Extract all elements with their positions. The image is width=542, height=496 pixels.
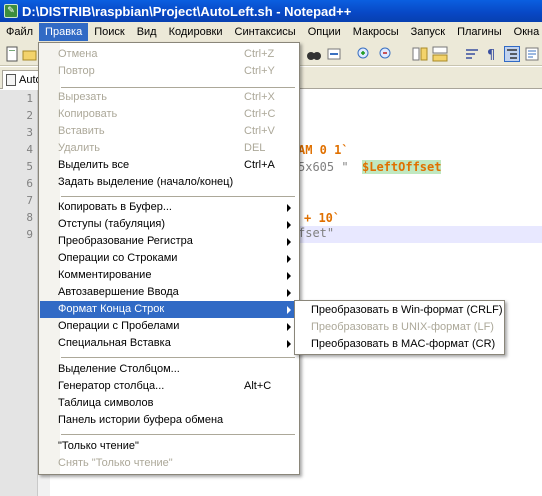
doc-map-icon[interactable] (524, 46, 540, 62)
line-number: 5 (26, 160, 33, 173)
menu-item-comment[interactable]: Комментирование (40, 267, 298, 284)
menu-item-line-operations[interactable]: Операции со Строками (40, 250, 298, 267)
sync-vertical-icon[interactable] (412, 46, 428, 62)
sync-horizontal-icon[interactable] (432, 46, 448, 62)
menu-item-autocomplete[interactable]: Автозавершение Ввода (40, 284, 298, 301)
binoculars-icon[interactable] (306, 46, 322, 62)
menu-item-character-panel[interactable]: Таблица символов (40, 395, 298, 412)
menu-item-cut[interactable]: Вырезать Ctrl+X (40, 89, 298, 106)
menu-item-eol-conversion[interactable]: Формат Конца Строк (40, 301, 298, 318)
menu-item-indent[interactable]: Отступы (табуляция) (40, 216, 298, 233)
menu-options[interactable]: Опции (302, 23, 347, 41)
show-all-chars-icon[interactable]: ¶ (484, 46, 500, 63)
menu-item-clear-read-only[interactable]: Снять "Только чтение" (40, 455, 298, 472)
menu-macros[interactable]: Макросы (347, 23, 405, 41)
submenu-arrow-icon (287, 272, 291, 280)
code-variable: $LeftOffset (362, 160, 442, 174)
menu-item-paste-special[interactable]: Специальная Вставка (40, 335, 298, 352)
code-fragment: fset" (298, 226, 335, 240)
menu-separator (61, 434, 295, 435)
submenu-arrow-icon (287, 306, 291, 314)
word-wrap-icon[interactable] (464, 46, 480, 62)
submenu-arrow-icon (287, 221, 291, 229)
submenu-arrow-icon (287, 204, 291, 212)
menu-item-column-editor[interactable]: Генератор столбца... Alt+C (40, 378, 298, 395)
menu-item-set-read-only[interactable]: "Только чтение" (40, 438, 298, 455)
menu-item-undo[interactable]: Отмена Ctrl+Z (40, 46, 298, 63)
window-title: D:\DISTRIB\raspbian\Project\AutoLeft.sh … (22, 3, 352, 19)
eol-conversion-submenu: Преобразовать в Win-формат (CRLF) Преобр… (294, 300, 505, 355)
menu-item-delete[interactable]: Удалить DEL (40, 140, 298, 157)
menu-item-column-mode[interactable]: Выделение Столбцом... (40, 361, 298, 378)
line-number: 1 (26, 92, 33, 105)
submenu-arrow-icon (287, 323, 291, 331)
menu-run[interactable]: Запуск (405, 23, 451, 41)
line-number: 8 (26, 211, 33, 224)
replace-icon[interactable] (326, 46, 342, 62)
menu-item-select-all[interactable]: Выделить все Ctrl+A (40, 157, 298, 174)
menu-item-begin-end-select[interactable]: Задать выделение (начало/конец) (40, 174, 298, 191)
menu-encoding[interactable]: Кодировки (163, 23, 229, 41)
menu-search[interactable]: Поиск (88, 23, 130, 41)
menu-item-paste[interactable]: Вставить Ctrl+V (40, 123, 298, 140)
menu-item-copy[interactable]: Копировать Ctrl+C (40, 106, 298, 123)
menu-bar: Файл Правка Поиск Вид Кодировки Синтакси… (0, 22, 542, 42)
line-number: 6 (26, 177, 33, 190)
zoom-out-icon[interactable] (378, 46, 394, 62)
code-fragment: + 10` (304, 211, 341, 225)
line-number-gutter: 1 2 3 4 5 6 7 8 9 (0, 90, 38, 496)
menu-item-convert-mac-cr[interactable]: Преобразовать в MAC-формат (CR) (311, 338, 495, 350)
indent-guide-icon[interactable] (504, 46, 520, 62)
menu-item-copy-to-clipboard[interactable]: Копировать в Буфер... (40, 199, 298, 216)
menu-plugins[interactable]: Плагины (451, 23, 508, 41)
menu-file[interactable]: Файл (0, 23, 39, 41)
svg-text:¶: ¶ (487, 48, 495, 62)
notepadpp-app-icon[interactable]: ✎ (4, 4, 18, 18)
menu-windows[interactable]: Окна (508, 23, 542, 41)
menu-view[interactable]: Вид (131, 23, 163, 41)
line-number: 7 (26, 194, 33, 207)
line-number: 9 (26, 228, 33, 241)
menu-item-convert-unix-lf[interactable]: Преобразовать в UNIX-формат (LF) (311, 321, 494, 333)
line-number: 4 (26, 143, 33, 156)
menu-separator (61, 357, 295, 358)
submenu-arrow-icon (287, 238, 291, 246)
menu-edit[interactable]: Правка (39, 23, 89, 41)
submenu-arrow-icon (287, 289, 291, 297)
menu-item-redo[interactable]: Повтор Ctrl+Y (40, 63, 298, 80)
line-number: 2 (26, 109, 33, 122)
edit-menu-dropdown: Отмена Ctrl+Z Повтор Ctrl+Y Вырезать Ctr… (38, 42, 300, 475)
menu-separator (61, 87, 295, 88)
menu-item-clipboard-history[interactable]: Панель истории буфера обмена (40, 412, 298, 429)
menu-item-convert-case[interactable]: Преобразование Регистра (40, 233, 298, 250)
menu-syntax[interactable]: Синтаксисы (229, 23, 302, 41)
line-number: 3 (26, 126, 33, 139)
open-file-icon[interactable] (22, 46, 38, 62)
zoom-in-icon[interactable] (356, 46, 372, 62)
title-bar: ✎ D:\DISTRIB\raspbian\Project\AutoLeft.s… (0, 0, 542, 22)
menu-item-blank-operations[interactable]: Операции с Пробелами (40, 318, 298, 335)
submenu-arrow-icon (287, 340, 291, 348)
menu-item-convert-win-crlf[interactable]: Преобразовать в Win-формат (CRLF) (311, 304, 503, 316)
code-fragment: 5x605 " (298, 160, 356, 174)
submenu-arrow-icon (287, 255, 291, 263)
code-fragment: AM 0 1` (298, 143, 349, 157)
menu-separator (61, 196, 295, 197)
document-icon (6, 74, 16, 86)
new-file-icon[interactable] (4, 46, 20, 62)
